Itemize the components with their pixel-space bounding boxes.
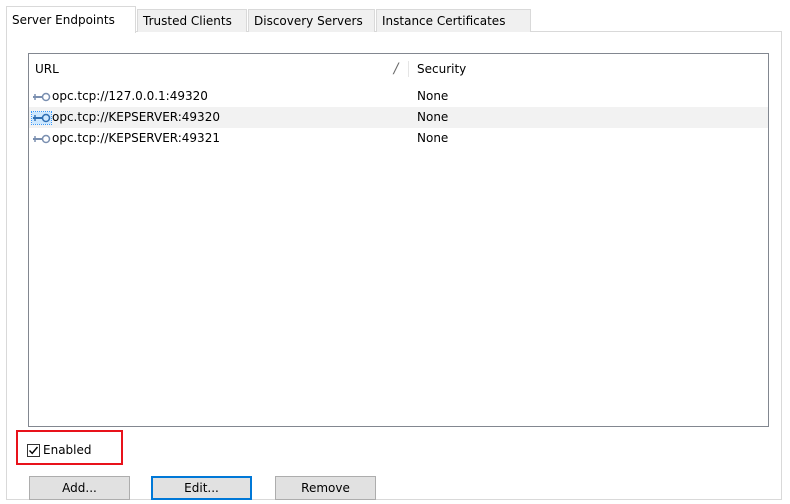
endpoint-list-view[interactable]: URL / Security opc.tcp://127.0.0.1:49320…	[28, 53, 769, 427]
tab-trusted-clients[interactable]: Trusted Clients	[137, 9, 247, 32]
endpoint-url: opc.tcp://KEPSERVER:49320	[52, 110, 220, 124]
enabled-checkbox[interactable]: Enabled	[27, 442, 92, 458]
cell-security: None	[417, 131, 449, 145]
add-button[interactable]: Add...	[29, 476, 130, 500]
endpoint-plug-icon	[33, 134, 51, 143]
cell-security: None	[417, 110, 449, 124]
cell-url: opc.tcp://KEPSERVER:49320	[31, 107, 220, 128]
checkmark-icon	[28, 446, 39, 454]
tab-discovery-servers[interactable]: Discovery Servers	[248, 9, 375, 32]
cell-url: opc.tcp://127.0.0.1:49320	[32, 86, 208, 107]
checkbox-box[interactable]	[27, 443, 40, 457]
list-header: URL / Security	[29, 54, 768, 84]
endpoint-url: opc.tcp://127.0.0.1:49320	[52, 89, 208, 103]
table-row[interactable]: opc.tcp://KEPSERVER:49321 None	[29, 128, 768, 149]
tab-instance-certificates[interactable]: Instance Certificates	[376, 9, 531, 32]
endpoint-plug-icon	[33, 92, 51, 101]
tab-server-endpoints[interactable]: Server Endpoints	[6, 6, 136, 33]
cell-security: None	[417, 89, 449, 103]
remove-button[interactable]: Remove	[275, 476, 376, 500]
enabled-label: Enabled	[43, 443, 92, 457]
table-row[interactable]: opc.tcp://KEPSERVER:49320 None	[29, 107, 768, 128]
tab-strip: Server Endpoints Trusted Clients Discove…	[6, 6, 782, 33]
column-header-security[interactable]: Security	[411, 54, 711, 84]
column-resize-indicator: /	[393, 61, 399, 77]
endpoint-plug-icon	[31, 110, 52, 125]
edit-button[interactable]: Edit...	[151, 476, 252, 500]
table-row[interactable]: opc.tcp://127.0.0.1:49320 None	[29, 86, 768, 107]
cell-url: opc.tcp://KEPSERVER:49321	[32, 128, 220, 149]
column-divider[interactable]	[408, 61, 409, 77]
opc-ua-configuration-page: Server Endpoints Trusted Clients Discove…	[0, 0, 790, 504]
list-body: opc.tcp://127.0.0.1:49320 None opc.tcp:/…	[29, 86, 768, 149]
endpoint-url: opc.tcp://KEPSERVER:49321	[52, 131, 220, 145]
column-header-url[interactable]: URL	[29, 54, 409, 84]
